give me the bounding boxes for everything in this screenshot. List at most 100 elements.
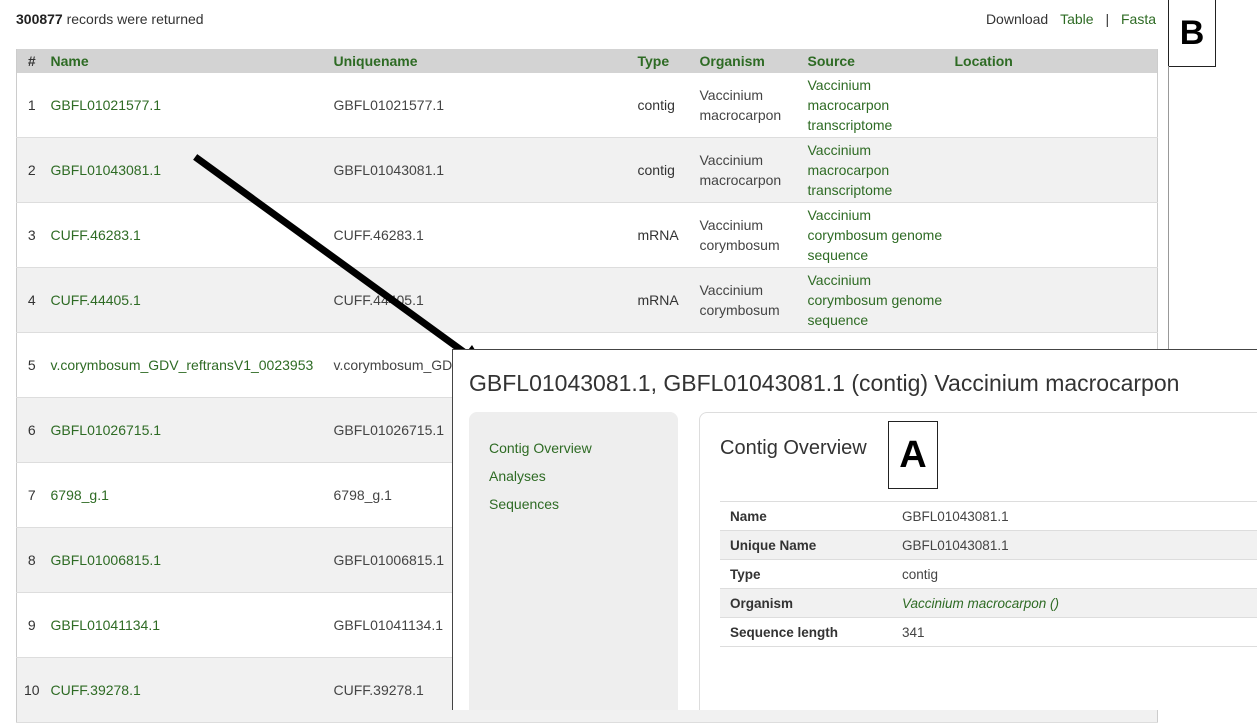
cell-location [950,202,1158,268]
row-source-link[interactable]: Vaccinium macrocarpon transcriptome [808,77,893,133]
download-separator: | [1105,11,1110,27]
row-number: 1 [27,97,36,113]
download-table-link[interactable]: Table [1060,11,1093,27]
cell-name: CUFF.39278.1 [46,657,330,723]
row-uniquename: CUFF.39278.1 [333,682,424,698]
cell-source: Vaccinium corymbosum genome sequence [803,267,951,333]
row-number: 5 [27,357,36,373]
cell-num: 3 [16,202,47,268]
cell-location [950,267,1158,333]
property-value-cell: GBFL01043081.1 [892,501,1257,531]
cell-location [950,73,1158,138]
row-name-link[interactable]: v.corymbosum_GDV_reftransV1_0023953 [51,357,314,373]
nav-contig-overview[interactable]: Contig Overview [489,434,678,462]
row-name-link[interactable]: GBFL01006815.1 [51,552,162,568]
detail-side-nav: Contig Overview Analyses Sequences [469,412,678,710]
property-value-cell: 341 [892,617,1257,647]
col-header-source[interactable]: Source [803,49,951,73]
row-type: contig [637,97,675,113]
property-value: 341 [902,624,925,640]
row-name-link[interactable]: GBFL01026715.1 [51,422,162,438]
property-value: GBFL01043081.1 [902,537,1009,553]
row-number: 10 [23,682,40,698]
row-number: 2 [27,162,36,178]
cell-organism: Vaccinium macrocarpon [695,73,804,138]
row-name-link[interactable]: 6798_g.1 [51,487,109,503]
overview-heading: Contig Overview [720,437,867,459]
row-name-link[interactable]: CUFF.44405.1 [51,292,141,308]
property-row: Unique Name GBFL01043081.1 [720,530,1257,560]
row-uniquename: GBFL01021577.1 [333,97,445,113]
table-row: 3 CUFF.46283.1 CUFF.46283.1 mRNA Vaccinium c… [16,202,1158,268]
property-key: Type [720,559,892,589]
row-name-link[interactable]: CUFF.46283.1 [51,227,141,243]
cell-location [950,137,1158,203]
row-uniquename: GBFL01041134.1 [333,617,444,633]
row-name-link[interactable]: GBFL01021577.1 [51,97,162,113]
property-value: GBFL01043081.1 [902,508,1009,524]
cell-name: GBFL01043081.1 [46,137,330,203]
detail-page-title: GBFL01043081.1, GBFL01043081.1 (contig) … [469,370,1180,396]
cell-organism: Vaccinium corymbosum [695,267,804,333]
cell-num: 4 [16,267,47,333]
col-header-type[interactable]: Type [633,49,696,73]
record-count: 300877 [16,11,63,27]
cell-num: 1 [16,73,47,138]
row-number: 9 [27,617,36,633]
cell-name: GBFL01006815.1 [46,527,330,593]
cell-name: GBFL01041134.1 [46,592,330,658]
row-name-link[interactable]: GBFL01041134.1 [51,617,161,633]
cell-source: Vaccinium macrocarpon transcriptome [803,73,951,138]
row-source-link[interactable]: Vaccinium corymbosum genome sequence [808,207,943,263]
download-links: Download Table | Fasta [986,11,1156,27]
row-type: mRNA [637,227,679,243]
panel-label-a: A [888,421,938,489]
panel-divider [1168,66,1169,349]
col-header-organism[interactable]: Organism [695,49,804,73]
row-name-link[interactable]: GBFL01043081.1 [51,162,162,178]
row-uniquename: CUFF.44405.1 [333,292,424,308]
row-uniquename: GBFL01006815.1 [333,552,445,568]
row-source-link[interactable]: Vaccinium corymbosum genome sequence [808,272,943,328]
table-row: 1 GBFL01021577.1 GBFL01021577.1 contig Vacci… [16,73,1158,138]
cell-uniquename: CUFF.44405.1 [329,267,634,333]
cell-name: 6798_g.1 [46,462,330,528]
cell-num: 2 [16,137,47,203]
cell-organism: Vaccinium corymbosum [695,202,804,268]
panel-label-b: B [1168,0,1216,67]
download-fasta-link[interactable]: Fasta [1121,11,1156,27]
cell-uniquename: CUFF.46283.1 [329,202,634,268]
col-header-name[interactable]: Name [46,49,330,73]
table-row: 2 GBFL01043081.1 GBFL01043081.1 contig Vacci… [16,137,1158,203]
property-key: Sequence length [720,617,892,647]
cell-type: mRNA [633,202,696,268]
cell-name: v.corymbosum_GDV_reftransV1_0023953 [46,332,330,398]
cell-type: contig [633,137,696,203]
records-summary: 300877 records were returned [16,11,204,27]
cell-name: CUFF.46283.1 [46,202,330,268]
records-suffix: records were returned [66,11,204,27]
row-type: mRNA [637,292,679,308]
col-header-uniquename[interactable]: Uniquename [329,49,634,73]
row-number: 8 [27,552,36,568]
row-organism: Vaccinium macrocarpon [699,152,782,188]
cell-source: Vaccinium macrocarpon transcriptome [803,137,951,203]
cell-num: 8 [16,527,47,593]
property-value-cell: GBFL01043081.1 [892,530,1257,560]
col-header-location[interactable]: Location [950,49,1158,73]
row-source-link[interactable]: Vaccinium macrocarpon transcriptome [808,142,893,198]
nav-sequences[interactable]: Sequences [489,490,678,518]
row-organism: Vaccinium macrocarpon [699,87,782,123]
cell-name: GBFL01026715.1 [46,397,330,463]
organism-link[interactable]: Vaccinium macrocarpon () [902,596,1059,611]
nav-analyses[interactable]: Analyses [489,462,678,490]
row-name-link[interactable]: CUFF.39278.1 [51,682,141,698]
cell-uniquename: GBFL01021577.1 [329,73,634,138]
property-row: Name GBFL01043081.1 [720,501,1257,531]
contig-detail-panel: GBFL01043081.1, GBFL01043081.1 (contig) … [452,349,1257,710]
cell-num: 7 [16,462,47,528]
row-number: 3 [27,227,36,243]
row-number: 7 [27,487,36,503]
property-row: Sequence length 341 [720,617,1257,647]
property-row: Organism Vaccinium macrocarpon () [720,588,1257,618]
